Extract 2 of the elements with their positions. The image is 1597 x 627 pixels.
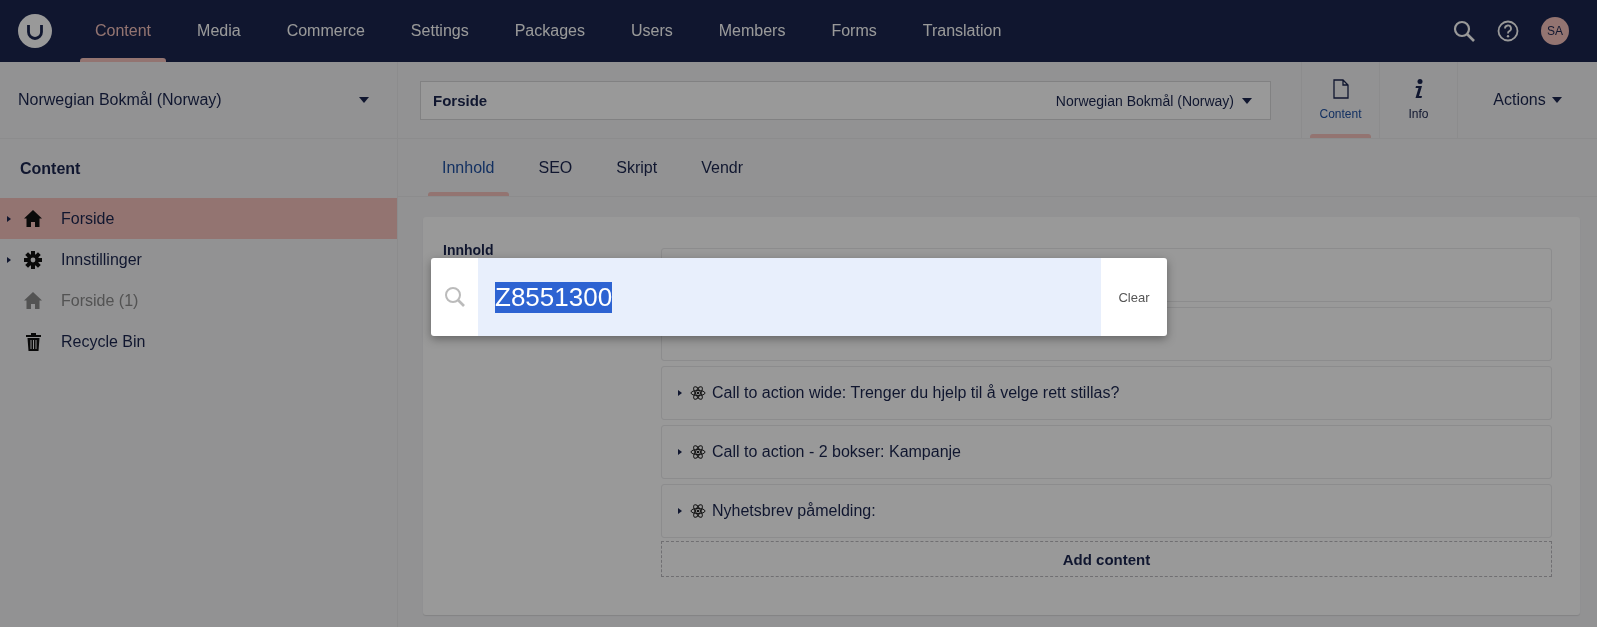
property-label: Innhold [443,242,494,258]
tree-title: Content [19,159,82,179]
